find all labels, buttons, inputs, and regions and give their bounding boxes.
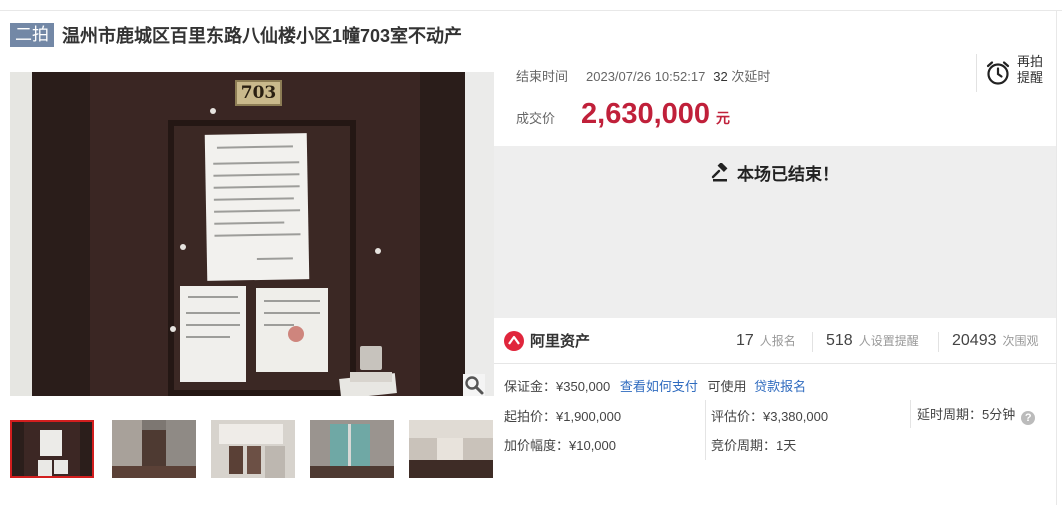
remind-line2: 提醒 [1017,70,1044,85]
remind-label: 人设置提醒 [858,334,919,348]
main-photo[interactable]: 703 [10,72,494,396]
loan-signup-link[interactable]: 贷款报名 [754,379,806,394]
right-divider [1056,10,1057,505]
thumbnail[interactable] [10,420,94,478]
door-number-plate: 703 [235,80,282,106]
remind-line1: 再拍 [1017,54,1044,69]
thumbnail[interactable] [112,420,196,478]
signup-stat: 17 人报名 [736,332,796,350]
gavel-icon [711,162,728,181]
can-use-text: 可使用 [707,379,747,394]
thumbnail[interactable] [211,420,295,478]
delay-period-text: 延时周期：5分钟 [917,407,1016,422]
thumbnail[interactable] [310,420,394,478]
page-title: 温州市鹿城区百里东路八仙楼小区1幢703室不动产 [62,26,463,46]
deal-price-unit: 元 [716,110,731,126]
deposit-row: 保证金：¥350,000 查看如何支付 可使用 贷款报名 [504,376,806,395]
platform-name: 阿里资产 [530,333,591,350]
start-price: 起拍价：¥1,900,000 [504,409,622,424]
deal-price: 2,630,000 [581,98,711,130]
watch-stat: 20493 次围观 [952,332,1039,350]
assess-price: 评估价：¥3,380,000 [711,409,829,424]
title-row: 二拍 温州市鹿城区百里东路八仙楼小区1幢703室不动产 [10,22,462,48]
increment: 加价幅度：¥10,000 [504,438,616,453]
end-time-row: 结束时间 2023/07/26 10:52:17 32 次延时 [516,66,770,85]
ali-assets-icon [504,330,524,351]
end-time-value: 2023/07/26 10:52:17 [586,69,706,84]
thumbnail[interactable] [409,420,493,478]
delay-count: 32 [713,69,728,84]
watch-label: 次围观 [1002,334,1039,348]
deal-price-row: 成交价 2,630,000 元 [516,98,730,131]
deposit: 保证金：¥350,000 [504,379,611,394]
auction-ended-panel: 本场已结束！ [494,146,1056,318]
help-icon[interactable]: ? [1021,411,1036,425]
delay-label: 次延时 [731,69,771,84]
remind-stat: 518 人设置提醒 [826,332,919,350]
remind-count: 518 [826,332,853,349]
platform-logo: 阿里资产 [504,330,590,351]
signup-count: 17 [736,332,754,349]
auction-ended-text: 本场已结束！ [737,165,839,184]
signup-label: 人报名 [759,334,796,348]
magnifier-icon[interactable] [463,374,485,396]
watch-count: 20493 [952,332,997,349]
end-time-label: 结束时间 [516,69,569,84]
how-to-pay-link[interactable]: 查看如何支付 [620,379,698,394]
round-tag: 二拍 [10,23,54,47]
bid-period: 竞价周期：1天 [711,438,797,453]
deal-price-label: 成交价 [516,111,556,126]
delay-period: 延时周期：5分钟? [917,404,1036,425]
stats-bar: 阿里资产 17 人报名 518 人设置提醒 20493 次围观 [494,320,1056,364]
reauction-remind-button[interactable]: 再拍 提醒 [976,54,1048,92]
top-divider [0,10,1062,11]
alarm-clock-icon [986,61,1010,85]
